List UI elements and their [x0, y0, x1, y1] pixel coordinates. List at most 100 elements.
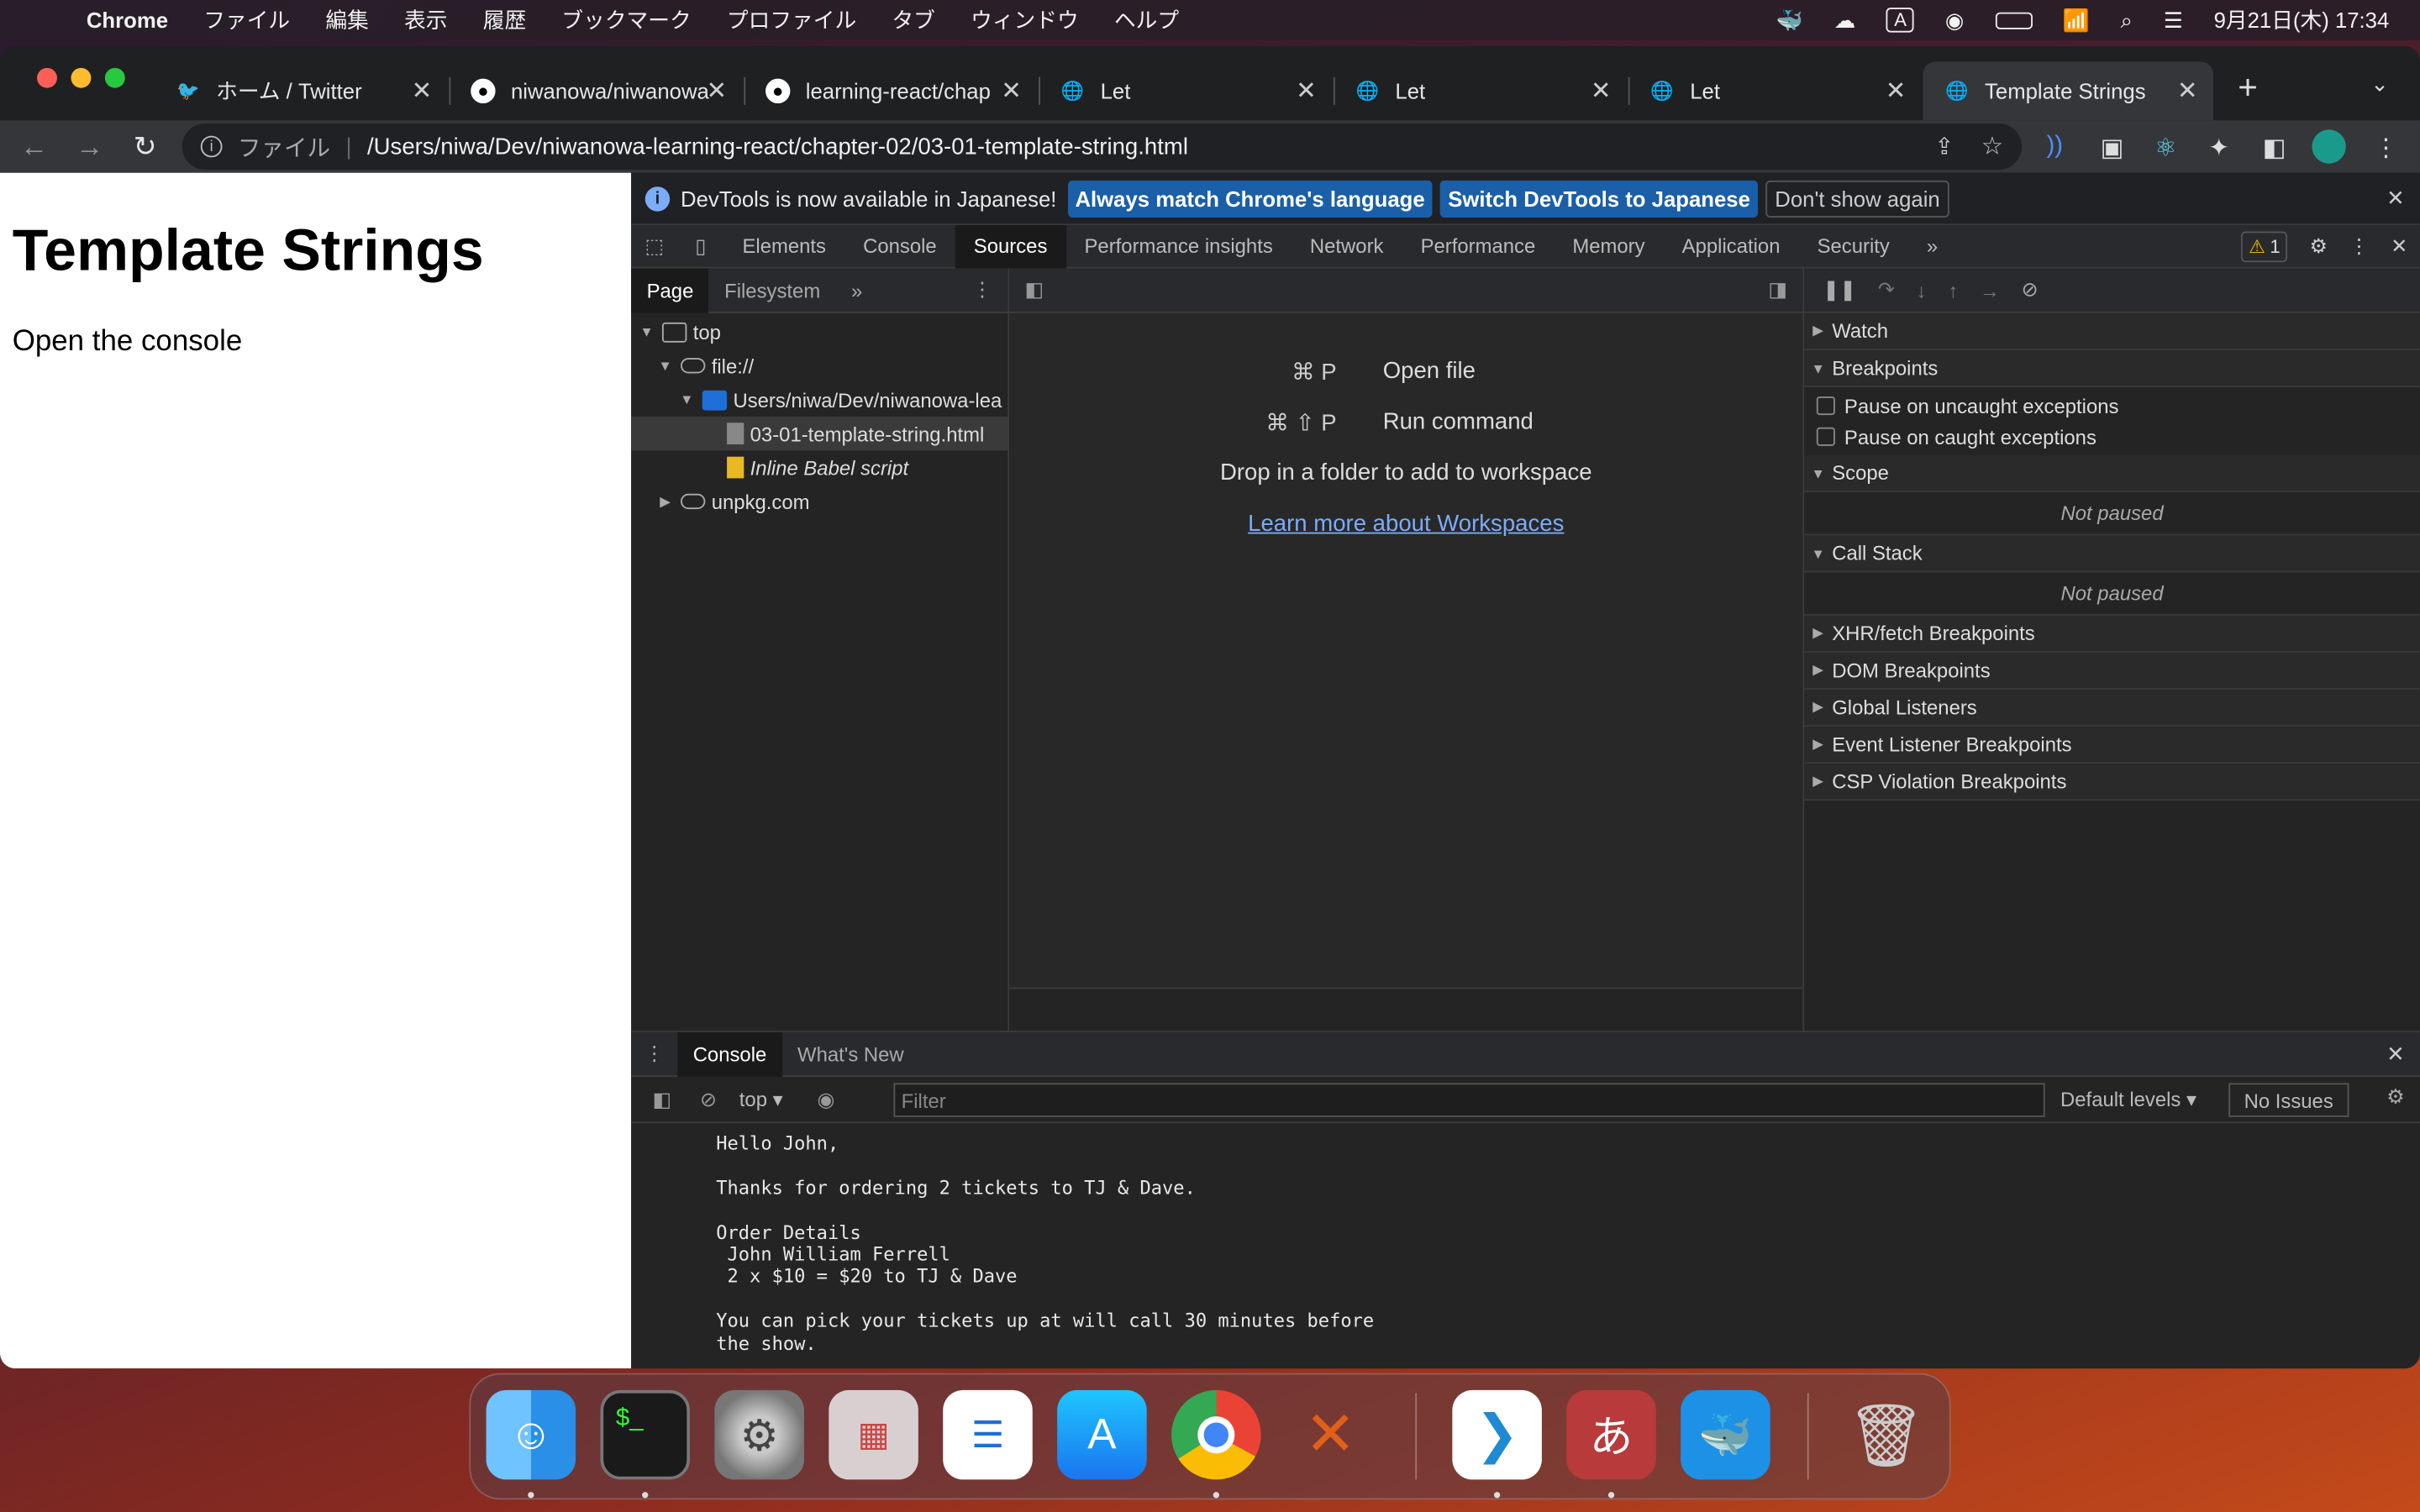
- step-icon[interactable]: →: [1980, 279, 2000, 302]
- spotlight-search-icon[interactable]: ⌕: [2121, 7, 2133, 33]
- nav-more-chevron-icon[interactable]: »: [836, 268, 878, 312]
- tab-github-learning-react[interactable]: ● learning-react/chap ✕: [744, 61, 1037, 120]
- tree-item-html-file[interactable]: 03-01-template-string.html: [631, 416, 1008, 451]
- menu-profiles[interactable]: プロファイル: [727, 5, 856, 36]
- docker-status-icon[interactable]: 🐳: [1776, 7, 1803, 33]
- terminal-icon[interactable]: $_: [600, 1389, 691, 1480]
- tab-security[interactable]: Security: [1799, 224, 1908, 267]
- side-panel-icon[interactable]: ◧: [2263, 133, 2286, 164]
- menu-view[interactable]: 表示: [404, 5, 447, 36]
- menu-clock[interactable]: 9月21日(木) 17:34: [2214, 5, 2390, 36]
- launchpad-grid-icon[interactable]: ▦: [829, 1389, 918, 1480]
- back-arrow-icon[interactable]: ←: [13, 130, 55, 163]
- input-mode-indicator[interactable]: A: [1886, 8, 1915, 33]
- close-tab-icon[interactable]: ✕: [2177, 76, 2198, 107]
- user-account-icon[interactable]: ◉: [1945, 7, 1964, 33]
- kotoeri-input-icon[interactable]: あ: [1566, 1389, 1656, 1480]
- extension-wave-icon[interactable]: )): [2047, 133, 2064, 160]
- nav-menu-icon[interactable]: ⋮: [957, 268, 1008, 312]
- close-infobar-icon[interactable]: ✕: [2386, 185, 2405, 211]
- pause-uncaught-checkbox[interactable]: Pause on uncaught exceptions: [1804, 391, 2420, 422]
- tab-let-2[interactable]: 🌐 Let ✕: [1334, 61, 1627, 120]
- extension-devtool-icon[interactable]: ▣: [2101, 133, 2124, 164]
- extensions-puzzle-icon[interactable]: ✦: [2208, 133, 2229, 164]
- finder-icon[interactable]: ☺: [486, 1389, 576, 1480]
- inspect-element-icon[interactable]: ⬚: [631, 234, 677, 258]
- match-language-button[interactable]: Always match Chrome's language: [1067, 179, 1433, 218]
- drawer-tab-console[interactable]: Console: [677, 1031, 782, 1077]
- workspaces-link[interactable]: Learn more about Workspaces: [1248, 511, 1564, 537]
- console-sidebar-icon[interactable]: ◧: [647, 1087, 678, 1111]
- tree-item-folder[interactable]: ▼ Users/niwa/Dev/niwanowa-lea: [631, 383, 1007, 417]
- vscode-icon[interactable]: ❯: [1452, 1389, 1542, 1480]
- nav-tab-page[interactable]: Page: [631, 267, 709, 312]
- tab-twitter[interactable]: 🐦 ホーム / Twitter ✕: [155, 61, 448, 120]
- close-devtools-icon[interactable]: ✕: [2391, 234, 2407, 259]
- forward-arrow-icon[interactable]: →: [68, 130, 111, 163]
- issues-button[interactable]: No Issues: [2228, 1083, 2349, 1117]
- tab-memory[interactable]: Memory: [1554, 224, 1663, 267]
- close-drawer-icon[interactable]: ✕: [2386, 1041, 2405, 1067]
- wifi-icon[interactable]: 📶: [2063, 7, 2090, 33]
- step-into-icon[interactable]: ↓: [1917, 279, 1927, 302]
- menu-history[interactable]: 履歴: [483, 5, 526, 36]
- tab-let-1[interactable]: 🌐 Let ✕: [1039, 61, 1332, 120]
- step-out-icon[interactable]: ↑: [1948, 279, 1958, 302]
- close-tab-icon[interactable]: ✕: [1591, 76, 1612, 107]
- share-icon[interactable]: ⇪: [1934, 133, 1954, 160]
- react-devtools-icon[interactable]: ⚛: [2154, 133, 2176, 164]
- settings-gear-icon[interactable]: ⚙: [2310, 234, 2328, 259]
- dont-show-again-button[interactable]: Don't show again: [1765, 179, 1949, 218]
- close-tab-icon[interactable]: ✕: [412, 76, 433, 107]
- close-tab-icon[interactable]: ✕: [706, 76, 727, 107]
- url-text[interactable]: /Users/niwa/Dev/niwanowa-learning-react/…: [367, 134, 1188, 160]
- tab-elements[interactable]: Elements: [723, 224, 844, 267]
- tab-sources[interactable]: Sources: [955, 224, 1066, 268]
- log-levels-dropdown[interactable]: Default levels ▾: [2060, 1088, 2196, 1112]
- menu-bookmarks[interactable]: ブックマーク: [561, 5, 691, 36]
- close-tab-icon[interactable]: ✕: [1296, 76, 1317, 107]
- menu-edit[interactable]: 編集: [325, 5, 368, 36]
- tab-template-strings[interactable]: 🌐 Template Strings ✕: [1923, 61, 2213, 121]
- drawer-menu-icon[interactable]: ⋮: [631, 1042, 677, 1066]
- tree-item-top[interactable]: ▼ top: [631, 315, 1007, 349]
- close-tab-icon[interactable]: ✕: [1886, 76, 1907, 107]
- chrome-logo-icon[interactable]: [1171, 1389, 1261, 1480]
- customize-menu-icon[interactable]: ⋮: [2349, 234, 2370, 259]
- tab-network[interactable]: Network: [1292, 224, 1402, 267]
- csp-violation-breakpoints-section[interactable]: ▶ CSP Violation Breakpoints: [1804, 764, 2420, 801]
- site-info-icon[interactable]: i: [200, 135, 223, 158]
- switch-japanese-button[interactable]: Switch DevTools to Japanese: [1440, 179, 1759, 218]
- reminders-list-icon[interactable]: ☰: [943, 1389, 1033, 1480]
- bookmark-star-icon[interactable]: ☆: [1981, 131, 2003, 162]
- context-selector[interactable]: top ▾: [739, 1087, 783, 1111]
- tab-performance-insights[interactable]: Performance insights: [1065, 224, 1291, 267]
- control-center-icon[interactable]: ☰: [2164, 7, 2183, 33]
- toggle-navigator-icon[interactable]: ◧: [1025, 278, 1044, 302]
- chrome-menu-icon[interactable]: ⋮: [2374, 133, 2398, 164]
- tab-performance[interactable]: Performance: [1402, 224, 1555, 267]
- global-listeners-section[interactable]: ▶ Global Listeners: [1804, 690, 2420, 727]
- menu-app-name[interactable]: Chrome: [87, 8, 168, 32]
- event-listener-breakpoints-section[interactable]: ▶ Event Listener Breakpoints: [1804, 727, 2420, 764]
- device-toolbar-icon[interactable]: ▯: [677, 234, 723, 258]
- battery-icon[interactable]: [1995, 11, 2033, 29]
- menu-help[interactable]: ヘルプ: [1114, 5, 1179, 36]
- console-filter-input[interactable]: Filter: [893, 1083, 2045, 1117]
- watch-section[interactable]: ▶ Watch: [1804, 312, 2420, 350]
- system-settings-gear-icon[interactable]: ⚙: [714, 1389, 804, 1480]
- profile-avatar[interactable]: [2312, 129, 2346, 164]
- docker-whale-icon[interactable]: 🐳: [1681, 1389, 1770, 1480]
- zoom-window-button[interactable]: [104, 67, 125, 88]
- pause-icon[interactable]: ❚❚: [1823, 278, 1856, 302]
- tree-item-inline-script[interactable]: Inline Babel script: [631, 450, 1007, 484]
- deactivate-breakpoints-icon[interactable]: ⊘: [2022, 278, 2039, 302]
- dom-breakpoints-section[interactable]: ▶ DOM Breakpoints: [1804, 652, 2420, 690]
- drawer-tab-whats-new[interactable]: What's New: [782, 1032, 919, 1076]
- trash-bin-icon[interactable]: 🗑: [1841, 1390, 1931, 1480]
- xhr-breakpoints-section[interactable]: ▶ XHR/fetch Breakpoints: [1804, 615, 2420, 653]
- toggle-debugger-icon[interactable]: ◨: [1768, 278, 1787, 302]
- menu-tab[interactable]: タブ: [892, 5, 934, 36]
- step-over-icon[interactable]: ↷: [1878, 278, 1895, 302]
- address-bar[interactable]: i ファイル | /Users/niwa/Dev/niwanowa-learni…: [182, 123, 2023, 171]
